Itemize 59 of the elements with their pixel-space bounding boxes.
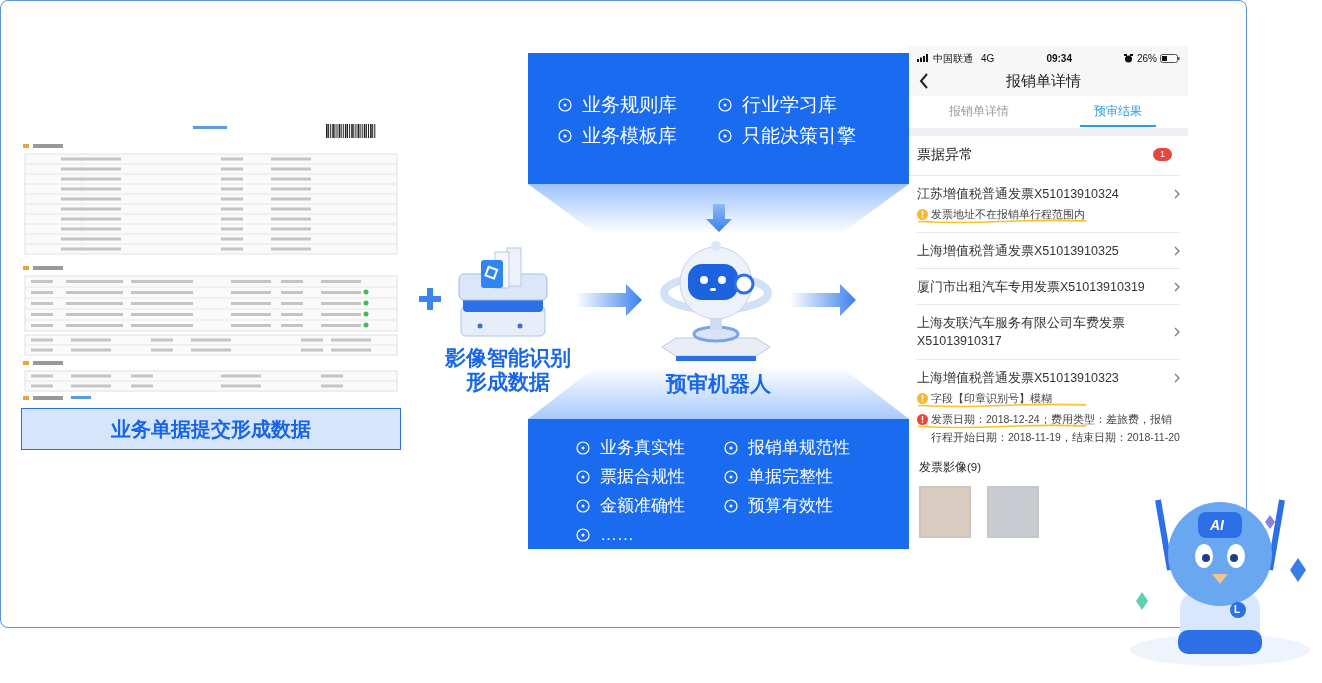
warning-text: 字段【印章识别号】模糊 <box>931 390 1052 406</box>
circle-dot-icon <box>718 128 732 143</box>
recognition-caption: 影像智能识别 <box>444 346 572 371</box>
check-item: 单据完整性 <box>748 465 833 488</box>
plus-icon <box>419 288 441 310</box>
clock-time: 09:34 <box>1046 51 1072 66</box>
check-item: 报销单规范性 <box>748 436 850 459</box>
battery-icon <box>1160 53 1180 63</box>
right-arrow <box>790 284 856 316</box>
circle-dot-icon <box>724 440 738 455</box>
invoice-title[interactable]: 上海增值税普通发票X51013910323 <box>917 368 1119 387</box>
count-badge: 1 <box>1153 147 1172 162</box>
invoice-title[interactable]: 厦门市出租汽车专用发票X51013910319 <box>917 278 1145 297</box>
photo-placeholder[interactable] <box>987 485 1039 538</box>
chevron-icon <box>1174 246 1180 257</box>
check-item: …… <box>600 523 634 546</box>
circle-dot-icon <box>724 469 738 484</box>
down-arrow <box>705 204 732 232</box>
signal-icon <box>917 54 929 62</box>
chevron-icon <box>1174 189 1180 200</box>
mascot-badge-label: L <box>1234 603 1241 617</box>
circle-dot-icon <box>558 128 572 143</box>
check-item: 金额准确性 <box>600 494 685 517</box>
warning-text: 发票日期：2018-12-24；费用类型：差旅费，报销行程开始日期：2018-11-19，结束日期：2018-11-20 <box>931 411 1180 446</box>
knowledge-item: 只能决策引擎 <box>742 123 856 148</box>
circle-dot-icon <box>576 469 590 484</box>
battery-percent: 26% <box>1137 51 1157 66</box>
check-item: 预算有效性 <box>748 494 833 517</box>
warning-text: 发票地址不在报销单行程范围内 <box>931 207 1085 223</box>
circle-dot-icon <box>576 498 590 513</box>
check-item: 票据合规性 <box>600 465 685 488</box>
circle-dot-icon <box>558 98 572 113</box>
section-title: 票据异常 <box>917 145 973 164</box>
circle-dot-icon <box>724 498 738 513</box>
knowledge-item: 业务规则库 <box>582 93 677 117</box>
chevron-icon <box>1174 372 1180 383</box>
invoice-title[interactable]: 上海增值税普通发票X51013910325 <box>917 242 1119 261</box>
circle-dot-icon <box>576 440 590 455</box>
photo-placeholder[interactable] <box>919 485 971 538</box>
knowledge-item: 业务模板库 <box>582 123 677 148</box>
chevron-icon <box>1174 282 1180 293</box>
knowledge-item: 行业学习库 <box>742 93 837 117</box>
circle-dot-icon <box>718 98 732 113</box>
circle-dot-icon <box>576 527 590 542</box>
check-item: 业务真实性 <box>600 436 685 459</box>
network-type: 4G <box>981 51 995 66</box>
chevron-icon <box>1174 327 1180 338</box>
screen-title: 报销单详情 <box>1005 70 1082 91</box>
alarm-icon <box>1124 53 1133 63</box>
right-arrow <box>576 284 642 316</box>
invoice-title[interactable]: 江苏增值税普通发票X51013910324 <box>917 185 1119 204</box>
images-title: 发票影像(9) <box>919 460 983 476</box>
document-caption: 业务单据提交形成数据 <box>21 408 401 450</box>
mascot-label: AI <box>1210 516 1224 535</box>
back-icon[interactable] <box>919 73 929 89</box>
carrier-name: 中国联通 <box>933 51 973 66</box>
invoice-title[interactable]: 上海友联汽车服务有限公司车费发票X51013910317 <box>917 314 1164 351</box>
recognition-caption: 形成数据 <box>465 370 551 395</box>
robot-caption: 预审机器人 <box>666 371 771 397</box>
